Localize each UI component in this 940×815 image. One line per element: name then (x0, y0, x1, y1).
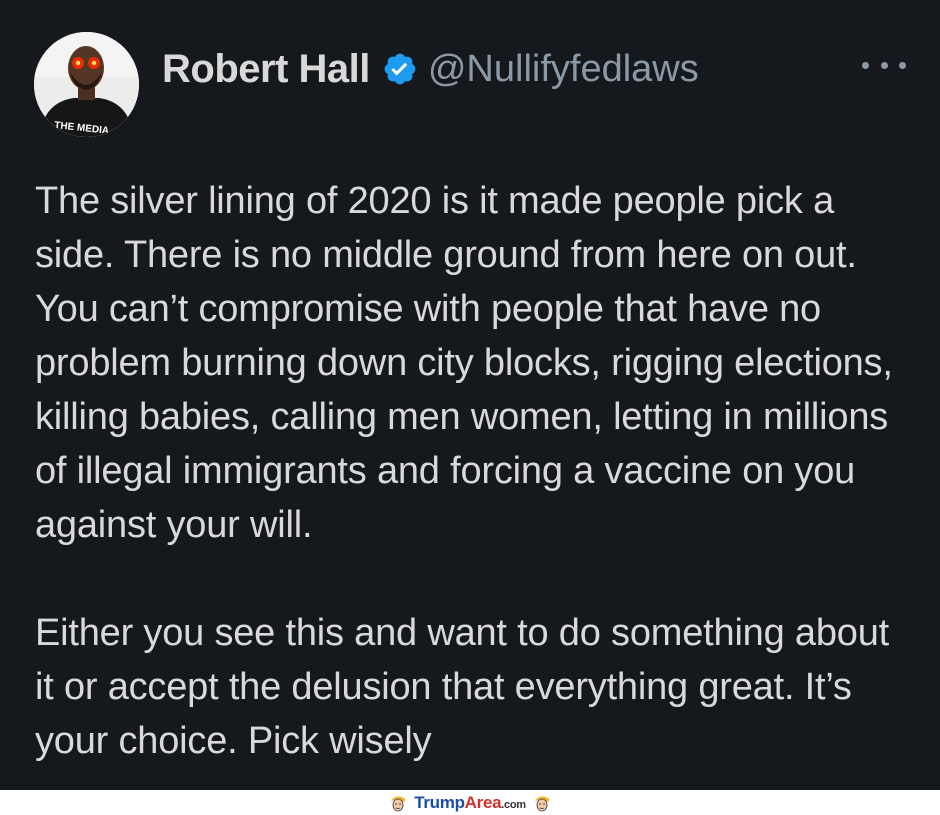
watermark-bar: TrumpArea.com (0, 790, 940, 815)
tweet-text: The silver lining of 2020 is it made peo… (35, 174, 915, 768)
trump-caricature-icon (391, 796, 406, 811)
tweet-paragraph-1: The silver lining of 2020 is it made peo… (35, 180, 893, 546)
watermark-brand-trump: Trump (414, 792, 465, 812)
trump-caricature-icon (534, 796, 549, 811)
more-dot (880, 61, 888, 69)
more-dot (862, 61, 869, 69)
more-dot (899, 61, 906, 69)
more-options-icon[interactable] (862, 50, 906, 80)
tweet-header: Robert Hall @Nullifyfedlaws (162, 44, 699, 94)
avatar[interactable]: THE MEDIA (34, 32, 139, 137)
watermark-suffix: .com (501, 798, 526, 811)
display-name[interactable]: Robert Hall (162, 47, 370, 92)
avatar-photo: THE MEDIA (34, 32, 139, 137)
watermark-brand-area: Area (464, 792, 502, 812)
verified-badge-icon (382, 51, 418, 87)
user-handle[interactable]: @Nullifyfedlaws (428, 48, 699, 91)
tweet-paragraph-2: Either you see this and want to do somet… (35, 612, 889, 762)
watermark-logo: TrumpArea.com (414, 793, 526, 813)
tweet-card: THE MEDIA Robert Hall @Nullifyfedlaws Th… (0, 0, 940, 790)
